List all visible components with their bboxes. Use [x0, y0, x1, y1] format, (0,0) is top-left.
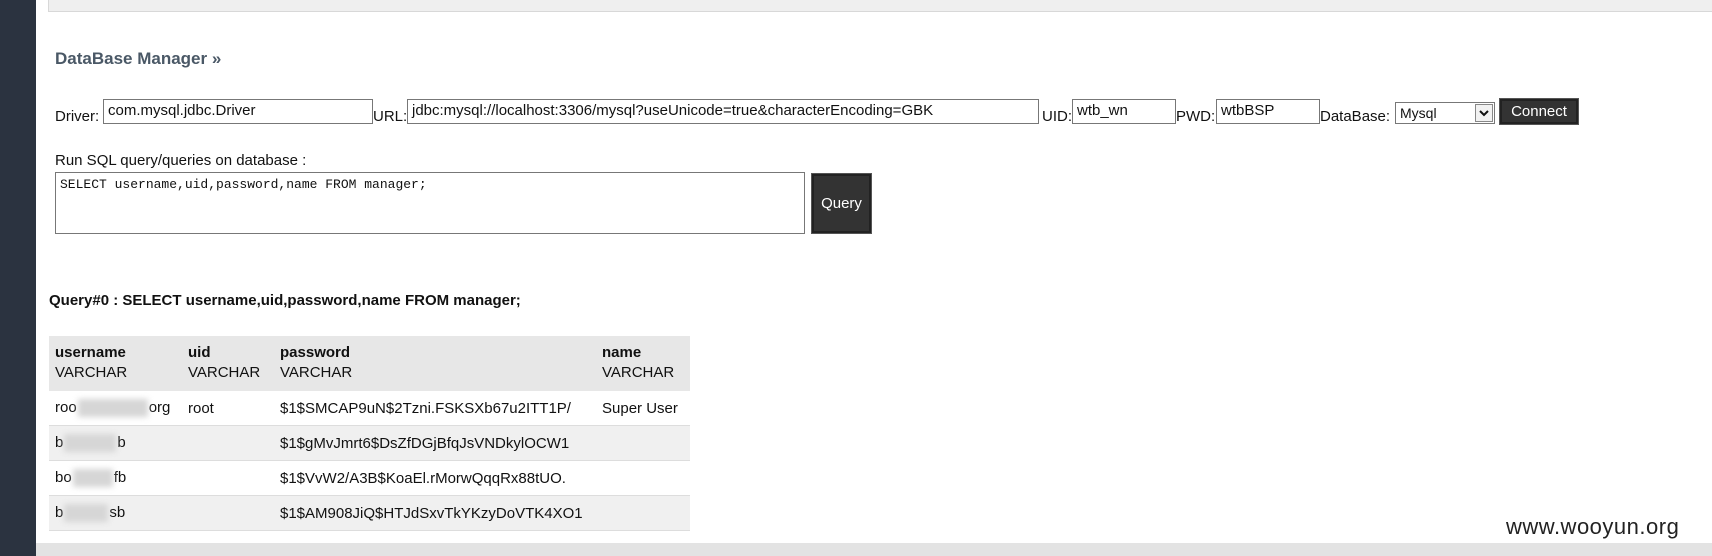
- username-cell: roo org: [49, 391, 182, 426]
- watermark: www.wooyun.org: [1506, 514, 1680, 539]
- username-visible-start: b: [55, 503, 64, 521]
- table-row: bb $1$gMvJmrt6$DsZfDGjBfqJsVNDkylOCW1: [49, 425, 690, 461]
- connect-button[interactable]: Connect: [1499, 98, 1579, 125]
- username-cell: bo fb: [49, 460, 182, 496]
- table-header-row: username VARCHAR uid VARCHAR password VA…: [49, 336, 690, 391]
- redacted-blur: [64, 504, 109, 523]
- password-cell: $1$gMvJmrt6$DsZfDGjBfqJsVNDkylOCW1: [274, 425, 596, 461]
- name-cell: [596, 425, 690, 461]
- column-header: username VARCHAR: [49, 336, 182, 391]
- result-table: username VARCHAR uid VARCHAR password VA…: [49, 336, 690, 531]
- column-header: password VARCHAR: [274, 336, 596, 391]
- column-name: password: [280, 344, 351, 361]
- chevron-down-icon[interactable]: [1475, 104, 1493, 122]
- username-visible-start: roo: [55, 398, 77, 416]
- sql-query-textarea[interactable]: SELECT username,uid,password,name FROM m…: [55, 172, 805, 234]
- username-visible-end: fb: [113, 468, 127, 486]
- name-cell: [596, 495, 690, 531]
- database-label: DataBase:: [1320, 108, 1391, 125]
- left-sidebar: [0, 0, 36, 556]
- column-name: name: [602, 344, 642, 361]
- redacted-blur: [64, 434, 117, 453]
- name-cell: [596, 460, 690, 496]
- page-title: DataBase Manager »: [55, 49, 222, 68]
- uid-label: UID:: [1042, 108, 1072, 125]
- username-cell: bb: [49, 425, 182, 461]
- uid-input[interactable]: wtb_wn: [1072, 99, 1176, 124]
- pwd-label: PWD:: [1176, 108, 1216, 125]
- column-type: VARCHAR: [188, 364, 261, 381]
- result-title: Query#0 : SELECT username,uid,password,n…: [49, 292, 521, 309]
- password-cell: $1$AM908JiQ$HTJdSxvTkYKzyDoVTK4XO1: [274, 495, 596, 531]
- driver-input[interactable]: com.mysql.jdbc.Driver: [103, 99, 373, 124]
- username-visible-start: bo: [55, 468, 72, 486]
- column-type: VARCHAR: [602, 364, 675, 381]
- column-name: username: [55, 344, 126, 361]
- uid-cell: [182, 495, 274, 531]
- query-button[interactable]: Query: [811, 173, 872, 234]
- sql-query-label: Run SQL query/queries on database :: [55, 152, 307, 169]
- driver-label: Driver:: [55, 108, 100, 125]
- uid-cell: [182, 460, 274, 496]
- password-cell: $1$SMCAP9uN$2Tzni.FSKSXb67u2ITT1P/: [274, 391, 596, 426]
- column-name: uid: [188, 344, 211, 361]
- username-cell: b sb: [49, 495, 182, 531]
- url-input[interactable]: jdbc:mysql://localhost:3306/mysql?useUni…: [407, 99, 1039, 124]
- column-header: name VARCHAR: [596, 336, 690, 391]
- username-visible-end: sb: [109, 503, 126, 521]
- database-select[interactable]: Mysql: [1395, 102, 1495, 124]
- top-panel-strip: [48, 0, 1712, 12]
- redacted-blur: [72, 469, 113, 488]
- password-cell: $1$VvW2/A3B$KoaEl.rMorwQqqRx88tUO.: [274, 460, 596, 496]
- username-visible-start: b: [55, 433, 64, 451]
- username-visible-end: b: [117, 433, 126, 451]
- url-label: URL:: [373, 108, 408, 125]
- database-select-value: Mysql: [1400, 105, 1437, 121]
- table-row: bo fb $1$VvW2/A3B$KoaEl.rMorwQqqRx88tUO.: [49, 460, 690, 496]
- column-type: VARCHAR: [55, 364, 128, 381]
- redacted-blur: [77, 399, 148, 418]
- column-header: uid VARCHAR: [182, 336, 274, 391]
- uid-cell: root: [182, 391, 274, 426]
- username-visible-end: org: [148, 398, 171, 416]
- table-row: roo org root $1$SMCAP9uN$2Tzni.FSKSXb67u2…: [49, 391, 690, 426]
- bottom-strip: [36, 543, 1712, 556]
- name-cell: Super User: [596, 391, 690, 426]
- table-row: b sb $1$AM908JiQ$HTJdSxvTkYKzyDoVTK4XO1: [49, 495, 690, 531]
- pwd-input[interactable]: wtbBSP: [1216, 99, 1320, 124]
- column-type: VARCHAR: [280, 364, 353, 381]
- uid-cell: [182, 425, 274, 461]
